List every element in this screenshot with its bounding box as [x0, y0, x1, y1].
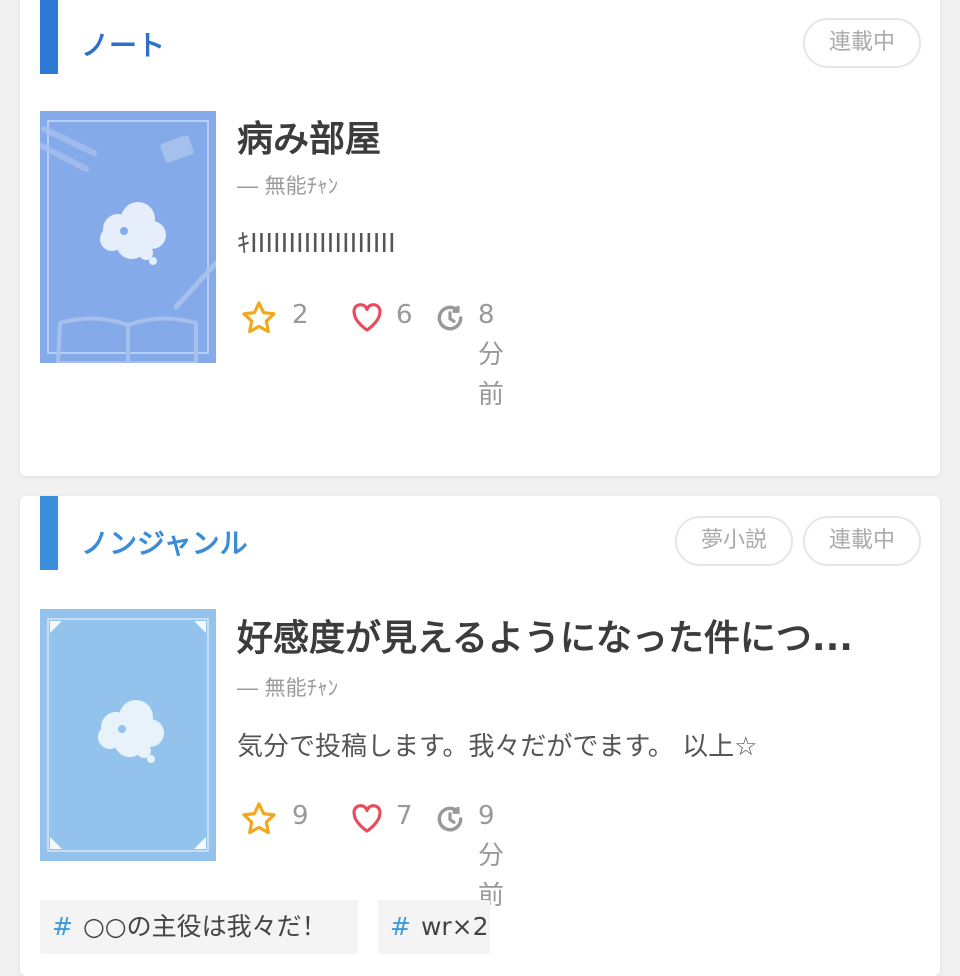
star-icon	[242, 301, 276, 334]
genre-accent-bar	[40, 496, 58, 570]
novel-card[interactable]: ノート 連載中 病み部屋 ― 無能ﾁｬﾝ ｷIIIIIIIIIIIIIIIIII…	[20, 0, 940, 476]
updated-time-value: 8分前	[478, 300, 505, 410]
star-count-value: 2	[292, 300, 309, 330]
clock-icon	[437, 806, 463, 832]
category-badge: 夢小説	[675, 516, 793, 566]
tag-label: wr×2	[420, 912, 489, 941]
tag-chip[interactable]: # ○○の主役は我々だ！	[40, 900, 358, 954]
clock-icon	[437, 305, 463, 331]
cover-image[interactable]	[40, 609, 216, 861]
novel-card[interactable]: ノンジャンル 夢小説 連載中 好感度が見えるようになった件につ... ― 無能ﾁ…	[20, 496, 940, 976]
star-count-value: 9	[292, 801, 309, 831]
serial-status-badge: 連載中	[803, 18, 921, 68]
author-name[interactable]: ― 無能ﾁｬﾝ	[237, 170, 338, 200]
author-name[interactable]: ― 無能ﾁｬﾝ	[237, 672, 338, 702]
like-count-value: 7	[396, 801, 413, 831]
genre-label[interactable]: ノンジャンル	[81, 522, 248, 562]
cover-image[interactable]	[40, 111, 216, 363]
novel-description: ｷIIIIIIIIIIIIIIIIIII	[237, 229, 396, 259]
hash-icon: #	[52, 912, 73, 941]
serial-status-badge: 連載中	[803, 516, 921, 566]
star-icon	[242, 802, 276, 835]
hash-icon: #	[390, 912, 411, 941]
novel-title[interactable]: 好感度が見えるようになった件につ...	[237, 609, 853, 661]
tag-chip[interactable]: # wr×2	[378, 900, 490, 954]
novel-title[interactable]: 病み部屋	[237, 110, 381, 162]
tag-label: ○○の主役は我々だ！	[82, 912, 327, 941]
genre-accent-bar	[40, 0, 58, 74]
heart-icon	[352, 303, 382, 332]
genre-label[interactable]: ノート	[81, 24, 165, 64]
like-count-value: 6	[396, 300, 413, 330]
updated-time-value: 9分前	[478, 801, 505, 911]
heart-icon	[352, 804, 382, 833]
novel-description: 気分で投稿します。我々だがでます。 以上☆	[237, 732, 758, 762]
